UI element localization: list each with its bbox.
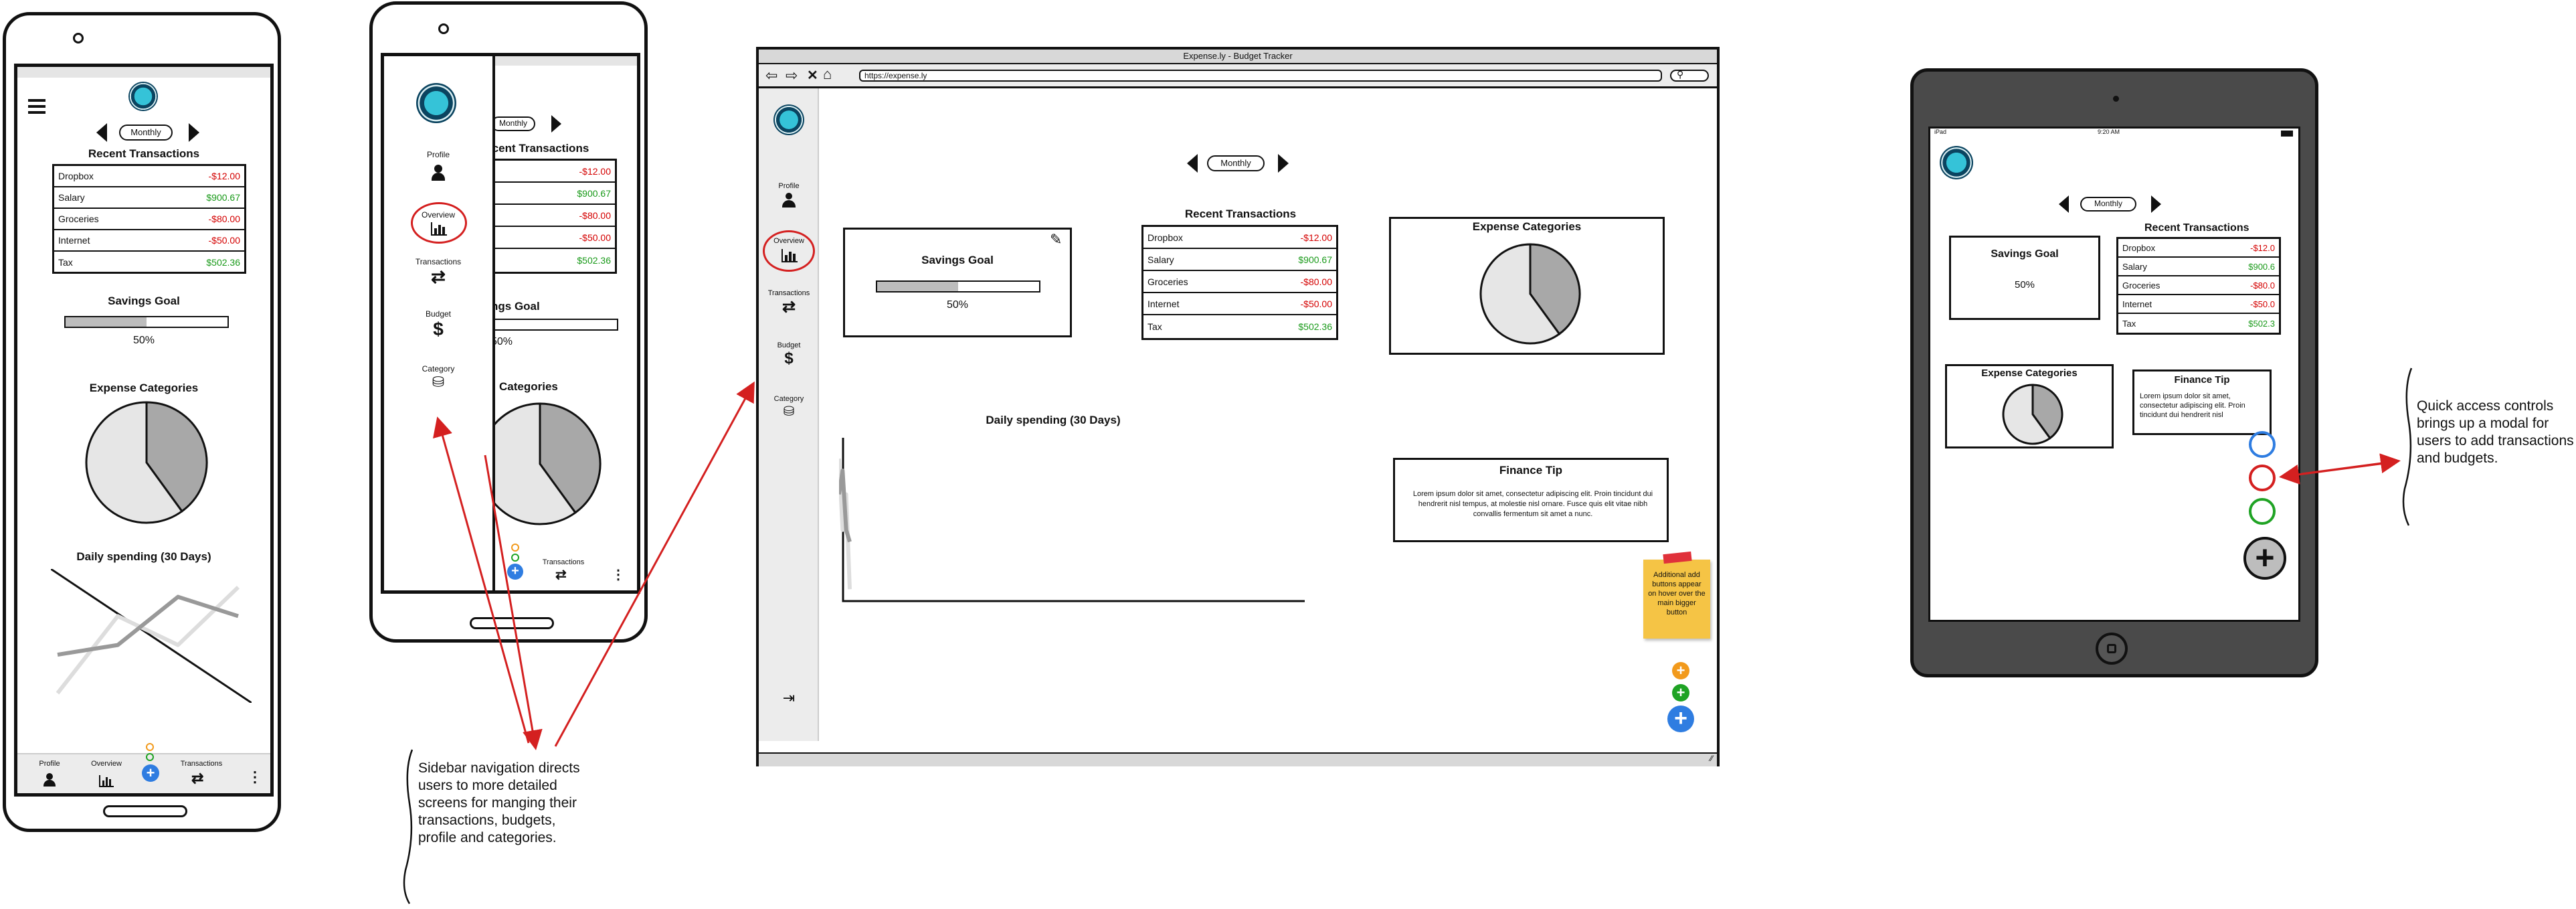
- annotation-arrow: [554, 381, 755, 747]
- annotation-arrows: [403, 367, 2413, 904]
- annotation-arrow: [433, 416, 530, 744]
- annotation-brace: [2402, 367, 2413, 526]
- annotation-arrow: [484, 454, 543, 750]
- annotation-brace: [403, 749, 413, 904]
- quick-access-annotation-text: Quick access controls brings up a modal …: [2417, 398, 2574, 466]
- annotation-arrow: [2301, 453, 2401, 475]
- sidebar-annotation-text: Sidebar navigation directs users to more…: [418, 760, 580, 845]
